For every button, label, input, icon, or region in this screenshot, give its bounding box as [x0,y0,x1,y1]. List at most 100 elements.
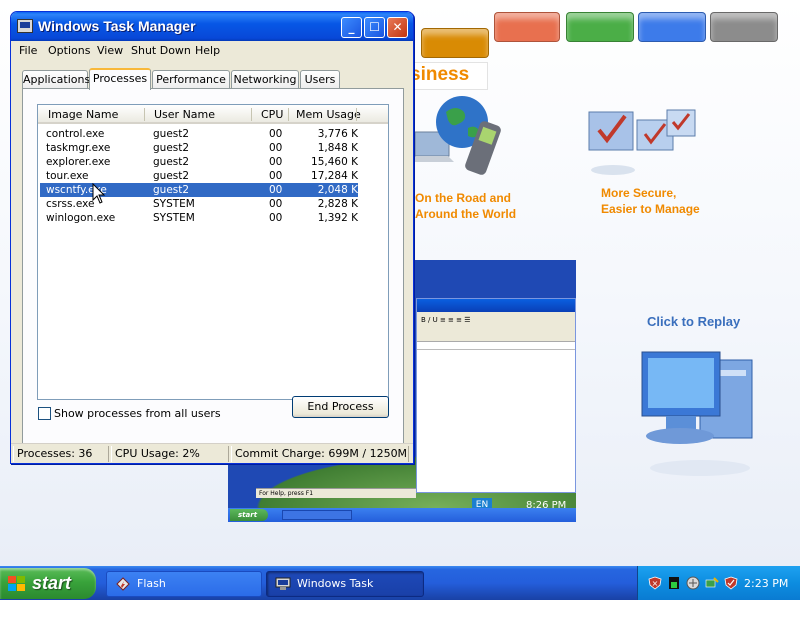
process-cpu: 00 [269,142,283,154]
process-image-name: control.exe [46,128,105,140]
title-bar[interactable]: Windows Task Manager _ ☐ ✕ [11,12,413,41]
security-alert-icon[interactable]: × [648,576,662,590]
process-user-name: SYSTEM [153,198,195,210]
process-cpu: 00 [269,156,283,168]
process-row[interactable]: control.exe guest2 00 3,776 K [40,127,358,141]
column-separator[interactable] [144,108,145,121]
tab-performance[interactable]: Performance [152,70,230,89]
taskbar-button-task-manager[interactable]: Windows Task Manager [266,571,424,614]
menu-options[interactable]: Options [48,44,90,57]
menu-help[interactable]: Help [195,44,220,57]
column-separator[interactable] [251,108,252,121]
column-image-name[interactable]: Image Name [48,108,118,121]
taskbar-button-label: Windows Task Manager [297,577,374,614]
process-list[interactable]: Image Name User Name CPU Mem Usage contr… [37,104,389,400]
tour-tab-3[interactable] [638,12,706,42]
close-button[interactable]: ✕ [387,17,408,38]
process-cpu: 00 [269,198,283,210]
minimize-button[interactable]: _ [341,17,362,38]
taskbar-clock[interactable]: 2:23 PM [744,577,788,590]
process-mem-usage: 15,460 K [311,156,358,168]
process-row[interactable]: explorer.exe guest2 00 15,460 K [40,155,358,169]
start-button[interactable]: start [0,568,96,599]
status-processes: Processes: 36 [13,446,109,462]
network-icon[interactable] [686,576,700,590]
wireless-icon[interactable] [705,576,719,590]
tab-processes[interactable]: Processes [89,68,151,90]
process-row[interactable]: tour.exe guest2 00 17,284 K [40,169,358,183]
process-cpu: 00 [269,212,283,224]
process-row[interactable]: taskmgr.exe guest2 00 1,848 K [40,141,358,155]
process-row[interactable]: wscntfy.exe guest2 00 2,048 K [40,183,358,197]
process-image-name: winlogon.exe [46,212,116,224]
mini-recycle-bin-label: Recycle Bin [510,470,568,481]
process-row[interactable]: winlogon.exe SYSTEM 00 1,392 K [40,211,358,225]
flash-icon [116,577,130,591]
process-mem-usage: 1,392 K [317,212,358,224]
tab-users[interactable]: Users [300,70,340,89]
mini-status-bar: For Help, press F1 [256,488,416,498]
task-manager-window: Windows Task Manager _ ☐ ✕ File Options … [10,11,414,464]
column-mem-usage[interactable]: Mem Usage [296,108,361,121]
process-user-name: guest2 [153,156,190,168]
task-manager-tray-icon[interactable] [667,576,681,590]
process-mem-usage: 2,048 K [317,184,358,196]
process-mem-usage: 3,776 K [317,128,358,140]
tour-tab-2[interactable] [566,12,634,42]
start-label: start [32,573,72,593]
mini-task-button [282,510,352,520]
process-image-name: tour.exe [46,170,89,182]
process-image-name: csrss.exe [46,198,95,210]
tab-applications[interactable]: Applications [22,70,90,89]
tour-tab-1[interactable] [494,12,560,42]
process-image-name: explorer.exe [46,156,111,168]
process-row[interactable]: csrss.exe SYSTEM 00 2,828 K [40,197,358,211]
mobile-globe-illustration [410,96,501,175]
process-mem-usage: 1,848 K [317,142,358,154]
tab-networking[interactable]: Networking [231,70,299,89]
process-mem-usage: 2,828 K [317,198,358,210]
mini-wordpad-titlebar [417,299,575,312]
process-cpu: 00 [269,128,283,140]
caption-road: On the Road and Around the World [415,191,517,221]
system-tray: × 2:23 PM [637,566,800,600]
menu-shut-down[interactable]: Shut Down [131,44,191,57]
mini-wordpad-toolbar: B / U ≡ ≡ ≡ ☰ [417,312,575,342]
mini-taskbar: start [228,508,576,522]
status-cpu-usage: CPU Usage: 2% [111,446,229,462]
column-separator[interactable] [356,108,357,121]
process-mem-usage: 17,284 K [311,170,358,182]
process-list-header: Image Name User Name CPU Mem Usage [38,105,388,124]
show-all-users-checkbox[interactable] [38,407,51,420]
column-user-name[interactable]: User Name [154,108,215,121]
menu-file[interactable]: File [19,44,37,57]
tour-tab-4[interactable] [710,12,778,42]
click-to-replay-link[interactable]: Click to Replay [647,314,740,329]
svg-text:×: × [652,579,659,588]
maximize-button[interactable]: ☐ [364,17,385,38]
task-manager-icon [275,577,291,590]
process-user-name: SYSTEM [153,212,195,224]
menu-view[interactable]: View [97,44,123,57]
tour-faded-heading [540,64,545,84]
tour-tab-5[interactable] [421,28,489,58]
process-cpu: 00 [269,184,283,196]
column-cpu[interactable]: CPU [261,108,283,121]
tour-heading: siness [410,64,470,85]
status-bar: Processes: 36 CPU Usage: 2% Commit Charg… [11,443,413,463]
computer-illustration [641,351,753,476]
windows-logo-icon [8,576,26,592]
process-user-name: guest2 [153,170,190,182]
mini-wordpad-window: B / U ≡ ≡ ≡ ☰ [416,298,576,493]
show-all-users-label[interactable]: Show processes from all users [54,407,221,420]
end-process-button[interactable]: End Process [292,396,389,418]
column-separator[interactable] [288,108,289,121]
mini-start-button: start [230,509,268,521]
taskbar-button-flash[interactable]: Flash [106,571,262,597]
process-user-name: guest2 [153,184,190,196]
menu-bar: File Options View Shut Down Help [11,41,413,60]
secure-monitors-illustration [588,109,696,175]
status-commit-charge: Commit Charge: 699M / 1250M [231,446,409,462]
shield-icon[interactable] [724,576,738,590]
process-user-name: guest2 [153,142,190,154]
